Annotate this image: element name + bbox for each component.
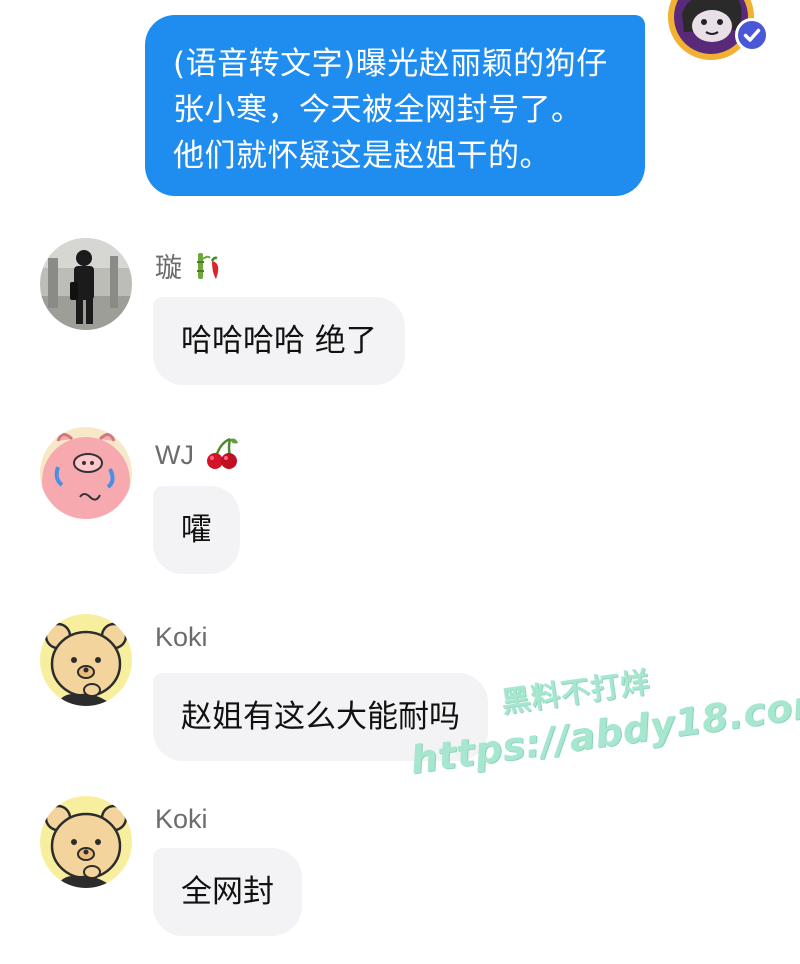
- sender-name-text: Koki: [155, 622, 208, 652]
- sender-name: 璇: [155, 246, 226, 285]
- cherries-emoji: [206, 437, 238, 469]
- bear-avatar-image: [40, 614, 132, 706]
- outgoing-message-bubble[interactable]: (语音转文字)曝光赵丽颖的狗仔 张小寒，今天被全网封号了。 他们就怀疑这是赵姐干…: [145, 15, 645, 196]
- avatar-photo: [40, 238, 132, 330]
- message-line: (语音转文字)曝光赵丽颖的狗仔: [173, 46, 608, 82]
- message-line: 张小寒，今天被全网封号了。: [173, 92, 583, 128]
- message-line: 他们就怀疑这是赵姐干的。: [173, 138, 551, 174]
- bear-avatar-image: [40, 796, 132, 888]
- sender-name: Koki: [155, 622, 208, 653]
- avatar[interactable]: [40, 427, 132, 519]
- avatar[interactable]: [40, 614, 132, 706]
- sender-name: Koki: [155, 804, 208, 835]
- incoming-message-bubble[interactable]: 全网封: [153, 848, 302, 936]
- avatar[interactable]: [40, 238, 132, 330]
- watermark-slogan: 黑料不打烊: [499, 664, 653, 720]
- incoming-message-bubble[interactable]: 哈哈哈哈 绝了: [153, 297, 405, 385]
- avatar[interactable]: [40, 796, 132, 888]
- pig-avatar-image: [40, 427, 132, 519]
- bamboo-and-chili-emoji: [196, 253, 218, 279]
- chat-thread: (语音转文字)曝光赵丽颖的狗仔 张小寒，今天被全网封号了。 他们就怀疑这是赵姐干…: [0, 0, 800, 964]
- incoming-message-bubble[interactable]: 赵姐有这么大能耐吗: [153, 673, 488, 761]
- sender-name-text: Koki: [155, 804, 208, 834]
- incoming-message-bubble[interactable]: 嚯: [153, 486, 240, 574]
- verified-badge-icon: [735, 18, 769, 52]
- sender-name-text: WJ: [155, 440, 194, 470]
- sender-name: WJ: [155, 435, 240, 471]
- sender-name-text: 璇: [155, 253, 182, 283]
